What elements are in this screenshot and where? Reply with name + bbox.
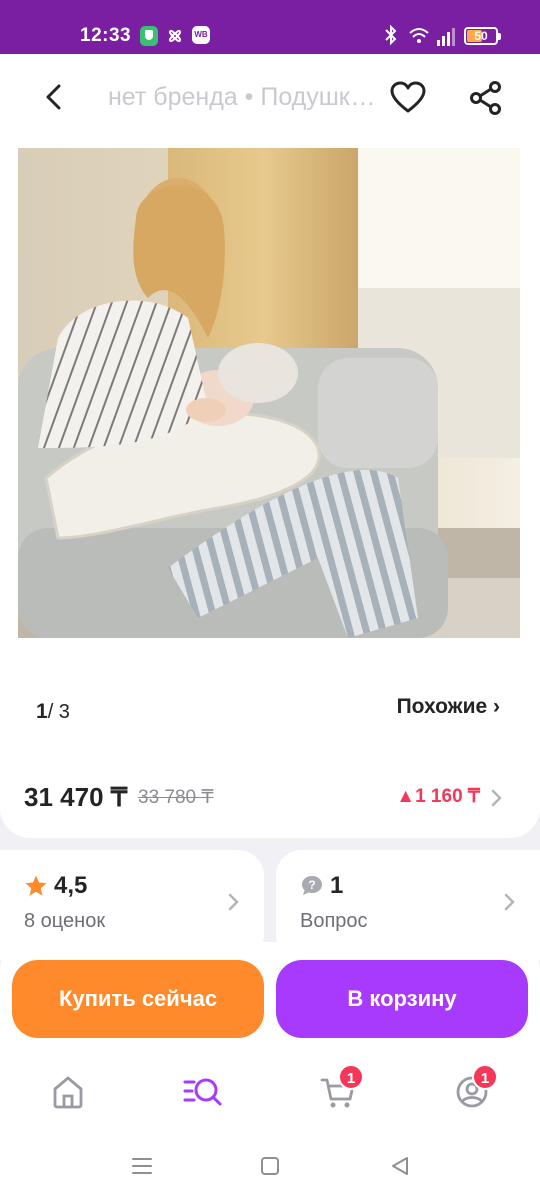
system-navigation-bar xyxy=(0,1132,540,1200)
status-bar: 12:33 WB 50 xyxy=(0,0,540,54)
chevron-right-icon[interactable] xyxy=(490,788,504,808)
share-button[interactable] xyxy=(466,78,506,118)
nav-profile[interactable]: 1 xyxy=(448,1064,498,1114)
rating-value: 4,5 xyxy=(54,872,88,899)
battery-icon: 50 xyxy=(464,27,501,45)
home-icon xyxy=(53,1076,83,1109)
heart-icon xyxy=(390,81,426,113)
favorite-button[interactable] xyxy=(388,78,428,118)
buy-now-button[interactable]: Купить сейчас xyxy=(12,960,264,1038)
buy-panel: Купить сейчас В корзину xyxy=(0,942,540,1052)
similar-products-link[interactable]: Похожие › xyxy=(397,694,500,720)
share-icon xyxy=(470,81,501,115)
chevron-right-icon xyxy=(228,893,239,911)
signal-icon xyxy=(436,28,456,46)
star-icon xyxy=(25,875,47,896)
wifi-icon xyxy=(408,26,430,46)
vpn-shield-icon xyxy=(140,26,158,46)
old-price: 33 780 ₸ xyxy=(138,787,214,808)
current-price: 31 470 ₸ xyxy=(24,782,128,812)
bottom-navigation: 1 1 xyxy=(0,1052,540,1132)
bluetooth-icon xyxy=(384,24,398,46)
chevron-right-icon xyxy=(504,893,515,911)
recent-apps-icon[interactable] xyxy=(130,1154,154,1178)
questions-count: 1 xyxy=(330,872,344,899)
pager-current: 1 xyxy=(36,700,48,723)
battery-percent: 50 xyxy=(474,29,488,43)
pager-total: / 3 xyxy=(47,701,70,723)
questions-label: Вопрос xyxy=(300,910,368,932)
product-photo-illustration xyxy=(18,148,520,638)
nav-cart[interactable]: 1 xyxy=(314,1064,364,1114)
rating-count: 8 оценок xyxy=(24,910,106,932)
back-button[interactable] xyxy=(34,78,74,118)
system-back-icon[interactable] xyxy=(388,1154,412,1178)
system-home-icon[interactable] xyxy=(258,1154,282,1178)
nav-catalog[interactable] xyxy=(180,1070,228,1114)
catalog-search-icon xyxy=(183,1078,222,1106)
gallery-pager: 1/ 3 xyxy=(36,700,70,724)
product-photo[interactable] xyxy=(18,148,520,638)
add-to-cart-button[interactable]: В корзину xyxy=(276,960,528,1038)
product-card: нет бренда • Подушка для кормления xyxy=(0,54,540,838)
price-drop-badge[interactable]: ▲1 160 ₸ xyxy=(396,785,480,809)
status-time: 12:33 xyxy=(80,25,132,46)
page-title: нет бренда • Подушка для кормления xyxy=(108,83,378,111)
cart-badge: 1 xyxy=(338,1064,364,1090)
back-arrow-icon xyxy=(46,84,61,110)
profile-badge: 1 xyxy=(472,1064,498,1090)
fan-icon xyxy=(165,26,185,46)
wb-app-icon: WB xyxy=(192,26,210,44)
question-bubble-icon: ? xyxy=(302,876,322,895)
svg-text:?: ? xyxy=(308,878,315,892)
nav-home[interactable] xyxy=(44,1070,92,1114)
